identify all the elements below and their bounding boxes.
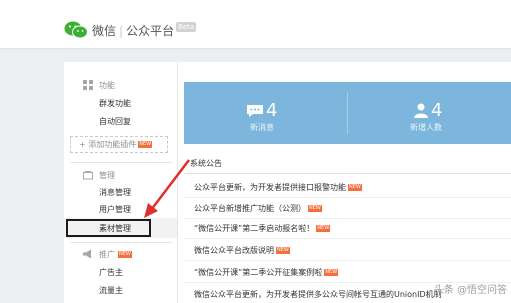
sidebar-item-users[interactable]: 用户管理 <box>99 204 131 215</box>
notice-item[interactable]: 微信公众平台改版说明 NEW <box>194 245 290 256</box>
sidebar-section-function: 功能 <box>83 80 115 91</box>
notice-item[interactable]: 公众平台更新，为开发者提供接口报警功能 NEW <box>194 182 362 193</box>
new-badge: NEW <box>324 269 339 276</box>
grid-icon <box>83 80 93 90</box>
notice-item[interactable]: “微信公开课”第二季启动报名啦！ NEW <box>194 223 331 234</box>
notice-item[interactable]: “微信公开课”第二季公开征集案例啦 NEW <box>194 267 339 278</box>
notices-divider <box>184 173 511 174</box>
sidebar-item-messages[interactable]: 消息管理 <box>99 187 131 198</box>
notice-divider <box>184 238 511 239</box>
brand-title[interactable]: 微信 | 公众平台 Beta <box>92 22 197 39</box>
main-content: 4 新消息 4 新增人数 系统公告 公众平台更新，为开发者提供接口报警功能 NEW… <box>178 62 511 303</box>
sidebar-section-manage: 管理 <box>83 170 115 181</box>
materials-highlight-box <box>66 219 151 237</box>
new-messages-count: 4 <box>266 100 278 121</box>
sidebar-item-publisher[interactable]: 流量主 <box>99 285 123 296</box>
sidebar-divider <box>70 162 172 163</box>
wechat-logo-icon <box>64 21 88 39</box>
add-plugin-button[interactable]: + 添加功能插件 NEW <box>70 136 168 153</box>
user-icon <box>414 103 428 118</box>
new-badge: NEW <box>316 225 331 232</box>
new-badge: NEW <box>276 247 290 254</box>
sidebar-item-mass-send[interactable]: 群发功能 <box>99 98 131 109</box>
folder-icon <box>83 171 93 180</box>
notice-item[interactable]: 公众平台新增推广功能（公测） NEW <box>194 203 322 214</box>
sidebar-item-auto-reply[interactable]: 自动回复 <box>99 116 131 127</box>
new-users-count: 4 <box>431 100 443 121</box>
stats-banner: 4 新消息 4 新增人数 <box>184 82 511 144</box>
stat-new-users[interactable]: 4 新增人数 <box>348 82 511 144</box>
sidebar: 功能 群发功能 自动回复 + 添加功能插件 NEW 管理 消息管理 用户管理 素材… <box>64 62 178 303</box>
watermark: 头条 @悟空问答 <box>433 285 507 296</box>
notice-divider <box>184 218 511 219</box>
new-badge: NEW <box>308 205 322 212</box>
new-badge: NEW <box>348 184 362 191</box>
brand-wechat: 微信 <box>92 24 117 38</box>
new-badge: NEW <box>118 251 132 258</box>
beta-badge: Beta <box>176 22 197 32</box>
new-badge: NEW <box>138 141 153 148</box>
new-users-label: 新增人数 <box>410 123 442 132</box>
notice-item[interactable]: 微信公众平台更新，为开发者提供多公众号间帐号互通的UnionID机制 <box>194 289 442 300</box>
sidebar-divider <box>70 242 172 243</box>
notice-divider <box>184 260 511 261</box>
top-header: 微信 | 公众平台 Beta <box>0 0 511 48</box>
content-panel: 功能 群发功能 自动回复 + 添加功能插件 NEW 管理 消息管理 用户管理 素材… <box>64 62 511 303</box>
header-divider <box>0 48 511 49</box>
sidebar-section-promote: 推广 NEW <box>83 249 132 260</box>
sidebar-item-advertiser[interactable]: 广告主 <box>99 267 123 278</box>
megaphone-icon <box>83 249 91 259</box>
new-messages-label: 新消息 <box>250 123 274 132</box>
notice-divider <box>184 197 511 198</box>
brand-platform: 公众平台 <box>126 24 175 38</box>
notices-title: 系统公告 <box>190 159 222 168</box>
message-icon <box>247 105 263 117</box>
stat-new-messages[interactable]: 4 新消息 <box>184 82 347 144</box>
